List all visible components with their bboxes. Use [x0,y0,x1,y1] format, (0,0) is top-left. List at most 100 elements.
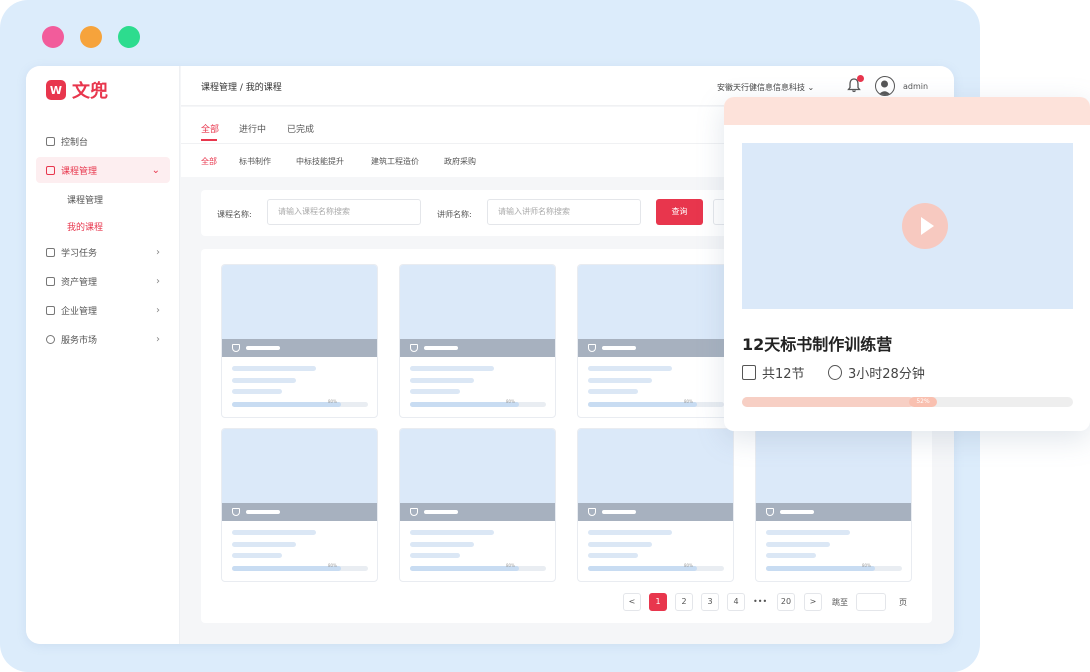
chevron-down-icon: ⌄ [151,164,160,176]
window-minimize-button[interactable] [80,26,102,48]
placeholder-line [588,530,672,535]
window-close-button[interactable] [42,26,64,48]
sidebar-subitem-course-management[interactable]: 课程管理 [67,193,103,206]
chevron-right-icon: › [156,333,160,345]
category-all[interactable]: 全部 [201,156,217,167]
sidebar-item-label: 课程管理 [61,166,98,177]
teacher-name-input[interactable]: 请输入讲师名称搜索 [487,199,641,225]
lesson-count-text: 共12节 [762,367,805,382]
course-thumbnail [756,429,911,503]
clock-icon [828,365,842,380]
course-duration: 3小时28分钟 [828,363,925,382]
prev-page-button[interactable]: < [623,593,641,611]
shield-icon [410,508,418,516]
page-2-button[interactable]: 2 [675,593,693,611]
card-progress-bar [232,402,368,407]
placeholder-line [410,389,460,394]
logo-mark-icon: W [46,80,66,100]
category-bid-writing[interactable]: 标书制作 [239,156,271,167]
teacher-name-label: 讲师名称: [437,210,472,219]
play-icon[interactable] [902,203,948,249]
card-info-bar [400,339,555,357]
course-name-input[interactable]: 请输入课程名称搜索 [267,199,421,225]
sidebar-item-service-market[interactable]: 服务市场 › [36,326,170,352]
shield-icon [410,344,418,352]
card-progress-bar [588,402,724,407]
progress-fill [232,402,341,407]
card-info-bar [578,339,733,357]
query-button[interactable]: 查询 [656,199,703,225]
course-detail-popup[interactable]: 12天标书制作训练营 共12节 3小时28分钟 52% [724,97,1090,431]
chevron-right-icon: › [156,246,160,258]
course-thumbnail [578,265,733,339]
goto-page-input[interactable] [856,593,886,611]
course-thumbnail [400,265,555,339]
placeholder-line [410,378,474,383]
enterprise-icon [46,305,55,315]
placeholder-line [232,366,316,371]
duration-text: 3小时28分钟 [848,367,925,382]
sidebar-item-learning-tasks[interactable]: 学习任务 › [36,239,170,265]
sidebar-item-label: 学习任务 [61,248,98,259]
course-card[interactable]: 80% [577,428,734,582]
course-card[interactable]: 80% [577,264,734,418]
course-card[interactable]: 80% [399,264,556,418]
shield-icon [232,508,240,516]
window-maximize-button[interactable] [118,26,140,48]
tab-completed[interactable]: 已完成 [287,122,314,135]
market-icon [46,334,55,344]
sidebar-item-course-management[interactable]: 课程管理 ⌄ [36,157,170,183]
category-government-procurement[interactable]: 政府采购 [444,156,476,167]
course-video-thumbnail[interactable] [742,143,1073,309]
course-thumbnail [400,429,555,503]
course-icon [46,165,55,175]
placeholder-line [602,346,636,350]
placeholder-line [246,510,280,514]
card-info-bar [400,503,555,521]
placeholder-line [410,366,494,371]
goto-label: 跳至 [832,598,848,607]
card-info-bar [578,503,733,521]
company-selector[interactable]: 安徽天行健信息信息科技 ⌄ [717,82,814,93]
task-icon [46,247,55,257]
tab-in-progress[interactable]: 进行中 [239,122,266,135]
course-card[interactable]: 80% [755,428,912,582]
progress-percent: 80% [684,563,693,568]
course-card[interactable]: 80% [221,264,378,418]
placeholder-line [424,510,458,514]
progress-fill [742,397,915,407]
logo[interactable]: W 文兜 [46,77,108,103]
sidebar-item-label: 企业管理 [61,306,98,317]
placeholder-line [232,389,282,394]
sidebar: W 文兜 控制台 课程管理 ⌄ 课程管理 我的课程 学习任务 › 资产管理 › … [26,66,180,644]
course-thumbnail [578,429,733,503]
sidebar-item-dashboard[interactable]: 控制台 [36,128,170,154]
page-1-button[interactable]: 1 [649,593,667,611]
asset-icon [46,276,55,286]
sidebar-item-asset-management[interactable]: 资产管理 › [36,268,170,294]
placeholder-line [766,542,830,547]
sidebar-subitem-my-courses[interactable]: 我的课程 [67,220,103,233]
placeholder-line [232,378,296,383]
card-progress-bar [766,566,902,571]
shield-icon [766,508,774,516]
user-icon [878,80,891,95]
category-construction-cost[interactable]: 建筑工程造价 [371,156,419,167]
placeholder-line [246,346,280,350]
next-page-button[interactable]: > [804,593,822,611]
course-card[interactable]: 80% [221,428,378,582]
page-suffix: 页 [899,598,907,607]
avatar[interactable] [875,76,895,96]
sidebar-item-enterprise-management[interactable]: 企业管理 › [36,297,170,323]
page-4-button[interactable]: 4 [727,593,745,611]
course-card[interactable]: 80% [399,428,556,582]
placeholder-line [588,389,638,394]
tab-all[interactable]: 全部 [201,122,219,135]
progress-fill [410,402,519,407]
progress-fill [766,566,875,571]
page-3-button[interactable]: 3 [701,593,719,611]
breadcrumb: 课程管理 / 我的课程 [201,83,282,93]
page-20-button[interactable]: 20 [777,593,795,611]
username: admin [903,82,929,91]
category-bid-skills[interactable]: 中标技能提升 [296,156,344,167]
